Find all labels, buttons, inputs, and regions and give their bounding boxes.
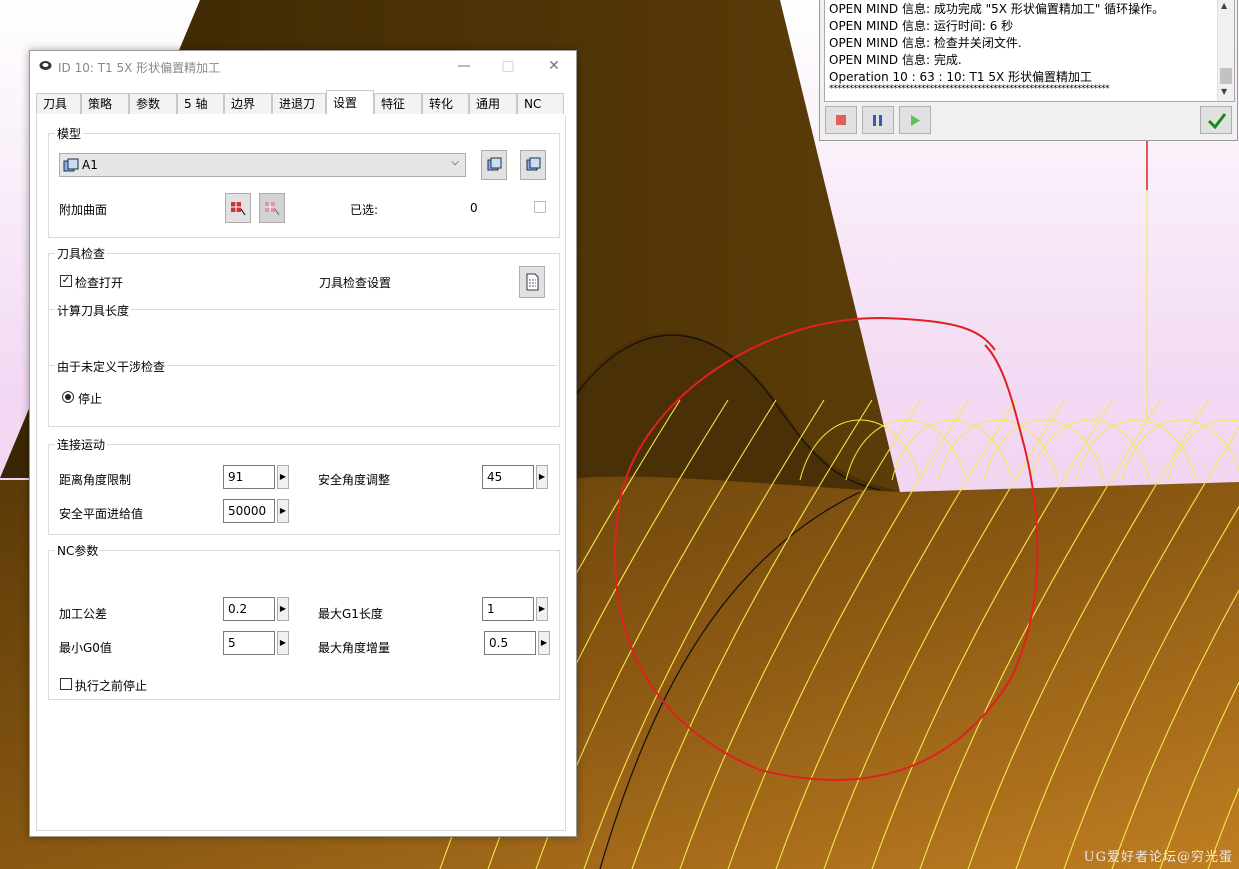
- log-line: OPEN MIND 信息: 运行时间: 6 秒: [829, 19, 1014, 33]
- model-group-title: 模型: [55, 125, 84, 142]
- stop-button[interactable]: [825, 106, 857, 134]
- log-scrollbar[interactable]: ▲ ▼: [1217, 0, 1234, 101]
- minimize-button[interactable]: —: [450, 55, 478, 77]
- spin-arrow-icon[interactable]: ▶: [536, 465, 548, 489]
- log-line: ****************************************…: [829, 84, 1110, 94]
- tool-check-group: [48, 253, 560, 427]
- surface-clear-button[interactable]: [259, 193, 285, 223]
- tab-parameters[interactable]: 参数: [129, 93, 177, 114]
- spin-arrow-icon[interactable]: ▶: [536, 597, 548, 621]
- model-select[interactable]: A1 ⌵: [59, 153, 466, 177]
- stop-label: 停止: [78, 392, 103, 406]
- surface-select-button[interactable]: [225, 193, 251, 223]
- dialog-titlebar: ID 10: T1 5X 形状偏置精加工 — □ ✕: [30, 51, 576, 81]
- tolerance-label: 加工公差: [59, 607, 108, 621]
- tab-general[interactable]: 通用: [469, 93, 517, 114]
- surfaces-checkbox[interactable]: [534, 201, 546, 213]
- tab-nc[interactable]: NC: [517, 93, 564, 114]
- tab-transform[interactable]: 转化: [422, 93, 469, 114]
- selected-count: 0: [470, 201, 478, 215]
- pause-icon: [879, 115, 882, 126]
- log-line: OPEN MIND 信息: 成功完成 "5X 形状偏置精加工" 循环操作。: [829, 2, 1165, 16]
- tab-5axis[interactable]: 5 轴: [177, 93, 224, 114]
- min-g0-label: 最小G0值: [59, 641, 112, 655]
- spin-arrow-icon[interactable]: ▶: [277, 465, 289, 489]
- tab-leadin[interactable]: 进退刀: [272, 93, 326, 114]
- log-line: OPEN MIND 信息: 完成.: [829, 53, 962, 67]
- links-group-title: 连接运动: [55, 436, 108, 453]
- model-group: [48, 133, 560, 238]
- tool-check-settings-button[interactable]: [519, 266, 545, 298]
- tab-features[interactable]: 特征: [374, 93, 422, 114]
- safe-plane-feed-label: 安全平面进给值: [59, 507, 144, 521]
- play-button[interactable]: [899, 106, 931, 134]
- tab-tool[interactable]: 刀具: [36, 93, 81, 114]
- safe-plane-feed-input[interactable]: 50000: [223, 499, 275, 523]
- scroll-down-icon[interactable]: ▼: [1221, 87, 1227, 96]
- max-g1-input[interactable]: 1: [482, 597, 534, 621]
- safe-angle-input[interactable]: 45: [482, 465, 534, 489]
- model-edit-button[interactable]: [520, 150, 546, 180]
- tab-strategy[interactable]: 策略: [81, 93, 129, 114]
- distance-angle-label: 距离角度限制: [59, 473, 132, 487]
- message-log-window: OPEN MIND 信息: 成功完成 "5X 形状偏置精加工" 循环操作。 OP…: [819, 0, 1238, 141]
- watermark: UG爱好者论坛@穷光蛋: [1083, 850, 1233, 865]
- app-icon: [39, 61, 52, 70]
- model-pick-button[interactable]: [481, 150, 507, 180]
- tolerance-input[interactable]: 0.2: [223, 597, 275, 621]
- stop-before-label: 执行之前停止: [75, 679, 148, 693]
- tab-boundary[interactable]: 边界: [224, 93, 272, 114]
- chevron-down-icon: ⌵: [451, 157, 459, 168]
- surface-grid-icon: [265, 202, 280, 216]
- log-line: Operation 10 : 63 : 10: T1 5X 形状偏置精加工: [829, 70, 1092, 84]
- undefined-check-label: 由于未定义干涉检查: [55, 358, 168, 375]
- spin-arrow-icon[interactable]: ▶: [538, 631, 550, 655]
- stop-icon: [836, 115, 846, 125]
- spin-arrow-icon[interactable]: ▶: [277, 631, 289, 655]
- ok-button[interactable]: [1200, 106, 1232, 134]
- check-on-checkbox[interactable]: ✓: [60, 275, 72, 287]
- message-log[interactable]: OPEN MIND 信息: 成功完成 "5X 形状偏置精加工" 循环操作。 OP…: [824, 0, 1235, 102]
- document-icon: [526, 273, 539, 291]
- max-angle-input[interactable]: 0.5: [484, 631, 536, 655]
- check-on-label: 检查打开: [75, 276, 124, 290]
- pause-icon: [873, 115, 876, 126]
- selected-label: 已选:: [350, 203, 379, 217]
- settings-panel: 模型 A1 ⌵ 附加曲面 已选: 0 刀具检查 ✓ 检查打开 刀具检查设置 计算…: [36, 115, 566, 831]
- log-line: OPEN MIND 信息: 检查并关闭文件.: [829, 36, 1022, 50]
- scroll-thumb[interactable]: [1220, 68, 1232, 84]
- compute-tool-length-label: 计算刀具长度: [55, 302, 132, 319]
- max-g1-label: 最大G1长度: [318, 607, 383, 621]
- stop-radio[interactable]: [62, 391, 74, 403]
- max-angle-label: 最大角度增量: [318, 641, 391, 655]
- close-button[interactable]: ✕: [540, 55, 568, 77]
- scroll-up-icon[interactable]: ▲: [1221, 1, 1227, 10]
- distance-angle-input[interactable]: 91: [223, 465, 275, 489]
- model-select-value: A1: [82, 158, 98, 172]
- stop-before-checkbox[interactable]: [60, 678, 72, 690]
- safe-angle-label: 安全角度调整: [318, 473, 391, 487]
- tool-check-title: 刀具检查: [55, 245, 108, 262]
- maximize-button[interactable]: □: [494, 55, 522, 77]
- tab-settings[interactable]: 设置: [326, 90, 374, 115]
- additional-surfaces-label: 附加曲面: [59, 203, 108, 217]
- surface-grid-icon: [231, 202, 246, 216]
- nc-group-title: NC参数: [55, 542, 101, 559]
- tool-check-settings-label: 刀具检查设置: [319, 276, 392, 290]
- model-icon: [63, 158, 79, 172]
- radio-dot: [65, 394, 71, 400]
- model-cube-icon: [487, 157, 502, 171]
- min-g0-input[interactable]: 5: [223, 631, 275, 655]
- checkmark-icon: [1207, 113, 1227, 130]
- play-icon: [911, 115, 920, 126]
- model-cube-icon: [526, 157, 541, 171]
- spin-arrow-icon[interactable]: ▶: [277, 499, 289, 523]
- pause-button[interactable]: [862, 106, 894, 134]
- operation-dialog: ID 10: T1 5X 形状偏置精加工 — □ ✕ 刀具 策略 参数 5 轴 …: [29, 50, 577, 837]
- tab-bar: 刀具 策略 参数 5 轴 边界 进退刀 设置 特征 转化 通用 NC: [36, 90, 564, 116]
- spin-arrow-icon[interactable]: ▶: [277, 597, 289, 621]
- dialog-title: ID 10: T1 5X 形状偏置精加工: [58, 61, 221, 75]
